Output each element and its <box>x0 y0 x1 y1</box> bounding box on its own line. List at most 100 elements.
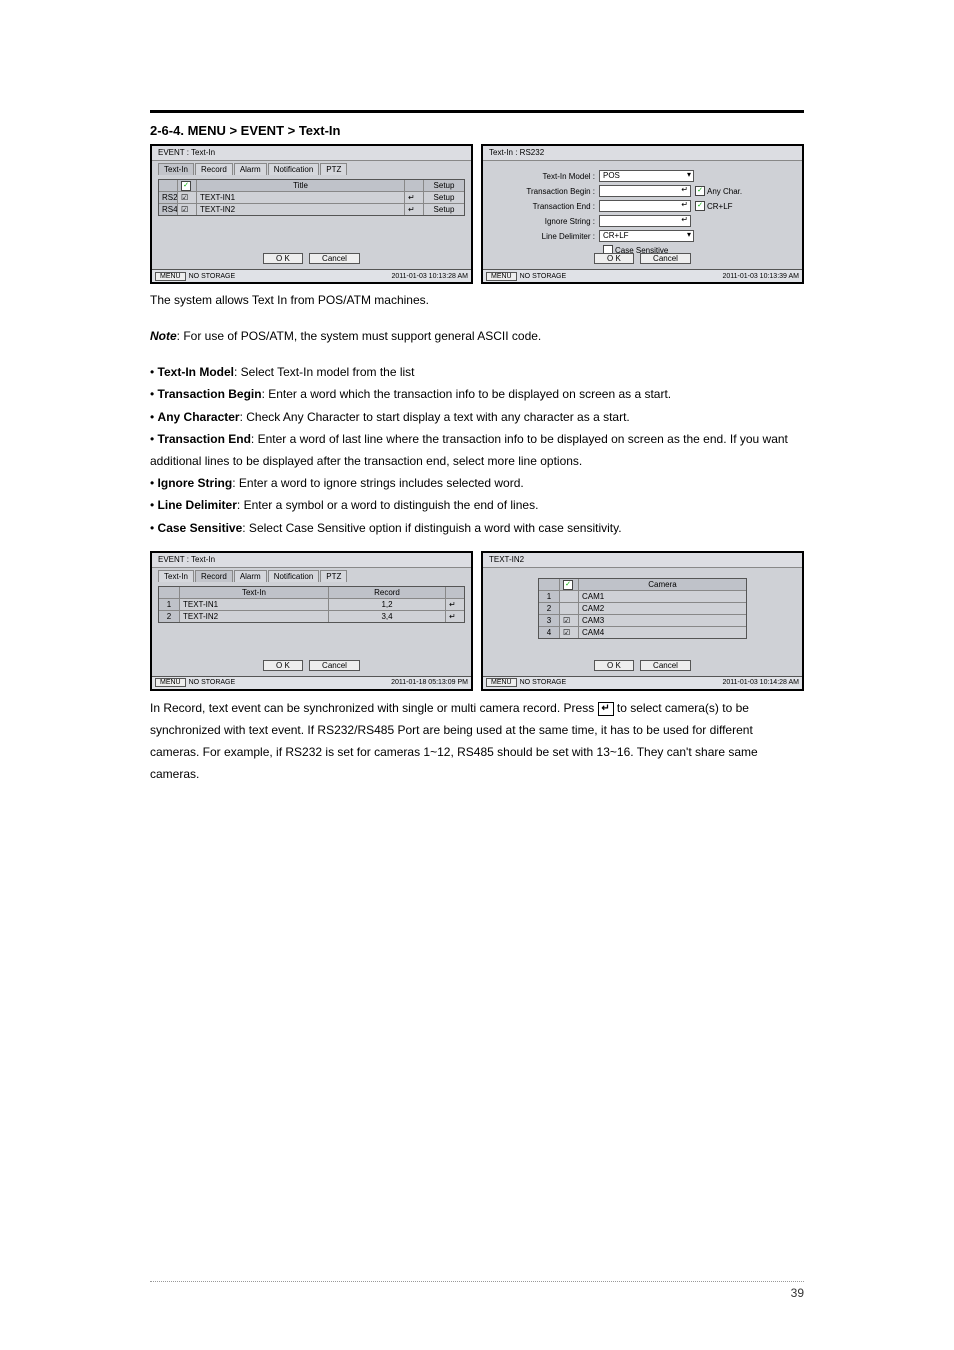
window-title: Text-In : RS232 <box>483 146 802 161</box>
header-num <box>159 587 180 598</box>
tab-ptz[interactable]: PTZ <box>320 163 347 175</box>
label-begin: Transaction Begin : <box>503 187 599 196</box>
label-end: Transaction End : <box>503 202 599 211</box>
row-check[interactable]: ☑ <box>560 627 579 638</box>
note-body: : For use of POS/ATM, the system must su… <box>177 329 542 343</box>
row-num: 1 <box>159 599 180 610</box>
screenshot-event-text-in-record: EVENT : Text-In Text-In Record Alarm Not… <box>150 551 473 691</box>
bullet-text-in-model: • Text-In Model: Select Text-In model fr… <box>150 361 804 383</box>
note-text: Note: For use of POS/ATM, the system mus… <box>150 326 804 348</box>
label-model: Text-In Model : <box>503 172 599 181</box>
bullet-transaction-end: • Transaction End: Enter a word of last … <box>150 428 804 472</box>
status-date: 2011-01-03 10:13:28 AM <box>391 273 468 280</box>
row-port: RS485 <box>159 204 178 215</box>
row-camera: CAM1 <box>579 591 746 602</box>
header-num <box>539 579 560 590</box>
header-setup: Setup <box>424 180 464 191</box>
window-title: EVENT : Text-In <box>152 146 471 161</box>
tab-text-in[interactable]: Text-In <box>158 163 194 175</box>
menu-button[interactable]: MENU <box>486 678 517 687</box>
caption-text: The system allows Text In from POS/ATM m… <box>150 290 804 312</box>
header-edit <box>405 180 424 191</box>
storage-status: NO STORAGE <box>520 273 567 280</box>
storage-status: NO STORAGE <box>520 679 567 686</box>
tab-record[interactable]: Record <box>195 570 233 582</box>
row-record: 3,4 <box>329 611 446 622</box>
row-check[interactable] <box>560 603 579 614</box>
row-setup[interactable]: Setup <box>424 204 464 215</box>
row-num: 2 <box>539 603 560 614</box>
bullet-line-delimiter: • Line Delimiter: Enter a symbol or a wo… <box>150 494 804 516</box>
note-label: Note <box>150 329 177 343</box>
ok-button[interactable]: O K <box>594 253 634 264</box>
tab-record[interactable]: Record <box>195 163 233 175</box>
tab-alarm[interactable]: Alarm <box>234 163 267 175</box>
desc-pre: In Record, text event can be synchronize… <box>150 701 598 715</box>
row-check[interactable]: ☑ <box>178 204 197 215</box>
enter-icon: ↵ <box>598 702 614 716</box>
row-text-in: TEXT-IN1 <box>180 599 329 610</box>
screenshot-text-in-rs232: Text-In : RS232 Text-In Model : POS Tran… <box>481 144 804 284</box>
page-number: 39 <box>791 1286 804 1300</box>
delim-select[interactable]: CR+LF <box>599 230 694 242</box>
cancel-button[interactable]: Cancel <box>640 253 691 264</box>
label-ignore: Ignore String : <box>503 217 599 226</box>
anychar-label: Any Char. <box>707 187 742 196</box>
section-heading: 2-6-4. MENU > EVENT > Text-In <box>150 123 804 138</box>
header-record: Record <box>329 587 446 598</box>
window-title: EVENT : Text-In <box>152 553 471 568</box>
row-camera: CAM2 <box>579 603 746 614</box>
tab-notification[interactable]: Notification <box>268 570 320 582</box>
row-edit[interactable]: ↵ <box>446 599 464 610</box>
end-input[interactable] <box>599 200 691 212</box>
menu-button[interactable]: MENU <box>155 272 186 281</box>
tab-text-in[interactable]: Text-In <box>158 570 194 582</box>
header-camera: Camera <box>579 579 746 590</box>
ok-button[interactable]: O K <box>263 253 303 264</box>
cancel-button[interactable]: Cancel <box>309 660 360 671</box>
cancel-button[interactable]: Cancel <box>640 660 691 671</box>
row-num: 1 <box>539 591 560 602</box>
row-edit[interactable]: ↵ <box>405 204 424 215</box>
begin-input[interactable] <box>599 185 691 197</box>
row-num: 2 <box>159 611 180 622</box>
header-blank <box>159 180 178 191</box>
ok-button[interactable]: O K <box>594 660 634 671</box>
window-title: TEXT-IN2 <box>483 553 802 568</box>
row-record: 1,2 <box>329 599 446 610</box>
menu-button[interactable]: MENU <box>155 678 186 687</box>
menu-button[interactable]: MENU <box>486 272 517 281</box>
row-check[interactable] <box>560 591 579 602</box>
header-edit <box>446 587 464 598</box>
row-setup[interactable]: Setup <box>424 192 464 203</box>
screenshot-pair-2: EVENT : Text-In Text-In Record Alarm Not… <box>150 551 804 691</box>
header-title: Title <box>197 180 405 191</box>
status-date: 2011-01-18 05:13:09 PM <box>391 679 468 686</box>
cancel-button[interactable]: Cancel <box>309 253 360 264</box>
tab-ptz[interactable]: PTZ <box>320 570 347 582</box>
row-edit[interactable]: ↵ <box>405 192 424 203</box>
tab-notification[interactable]: Notification <box>268 163 320 175</box>
record-description: In Record, text event can be synchronize… <box>150 697 804 786</box>
tab-alarm[interactable]: Alarm <box>234 570 267 582</box>
row-text-in: TEXT-IN2 <box>180 611 329 622</box>
row-check[interactable]: ☑ <box>178 192 197 203</box>
storage-status: NO STORAGE <box>189 679 236 686</box>
screenshot-pair-1: EVENT : Text-In Text-In Record Alarm Not… <box>150 144 804 284</box>
row-edit[interactable]: ↵ <box>446 611 464 622</box>
row-port: RS232 <box>159 192 178 203</box>
row-title: TEXT-IN1 <box>197 192 405 203</box>
model-select[interactable]: POS <box>599 170 694 182</box>
crlf-check[interactable]: ✓ <box>695 201 705 211</box>
bullet-transaction-begin: • Transaction Begin: Enter a word which … <box>150 383 804 405</box>
header-check: ✓ <box>178 180 197 191</box>
header-text-in: Text-In <box>180 587 329 598</box>
label-delim: Line Delimiter : <box>503 232 599 241</box>
row-camera: CAM3 <box>579 615 746 626</box>
ignore-input[interactable] <box>599 215 691 227</box>
header-check: ✓ <box>560 579 579 590</box>
ok-button[interactable]: O K <box>263 660 303 671</box>
row-check[interactable]: ☑ <box>560 615 579 626</box>
anychar-check[interactable]: ✓ <box>695 186 705 196</box>
row-camera: CAM4 <box>579 627 746 638</box>
